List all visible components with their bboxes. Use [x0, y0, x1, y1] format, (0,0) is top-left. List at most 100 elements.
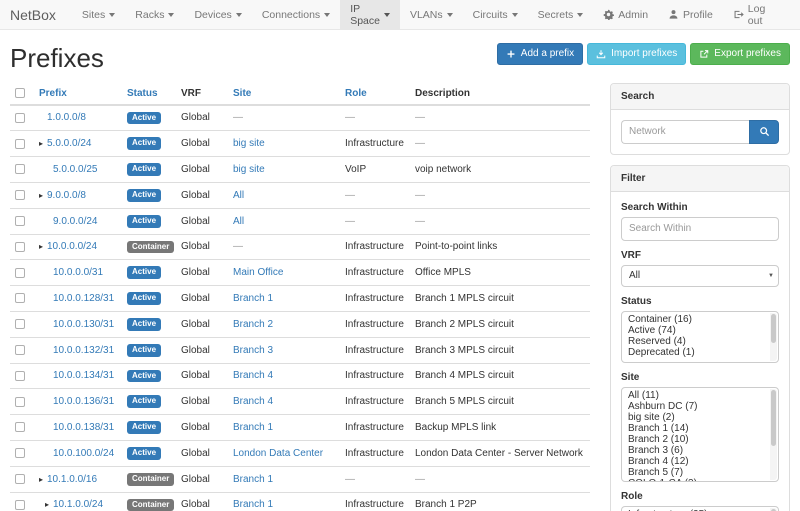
row-checkbox[interactable] — [15, 293, 25, 303]
list-option[interactable]: All (11) — [622, 390, 778, 401]
list-option[interactable]: COLO-1-CA (3) — [622, 478, 778, 482]
site-link[interactable]: Branch 1 — [233, 499, 273, 510]
site-link[interactable]: London Data Center — [233, 448, 323, 459]
nav-item-devices[interactable]: Devices — [184, 0, 251, 29]
nav-item-label: Racks — [135, 9, 164, 21]
nav-item-racks[interactable]: Racks — [125, 0, 184, 29]
list-option[interactable]: Branch 1 (14) — [622, 423, 778, 434]
row-checkbox[interactable] — [15, 397, 25, 407]
select-all-checkbox[interactable] — [15, 88, 25, 98]
status-badge: Active — [127, 318, 161, 331]
row-checkbox[interactable] — [15, 190, 25, 200]
scrollbar[interactable] — [770, 389, 777, 480]
prefix-link[interactable]: 10.0.0.134/31 — [53, 370, 114, 381]
site-link[interactable]: Branch 4 — [233, 370, 273, 381]
nav-item-vlans[interactable]: VLANs — [400, 0, 463, 29]
cell-role: — — [340, 182, 410, 208]
site-link[interactable]: Branch 1 — [233, 293, 273, 304]
list-option[interactable]: Branch 5 (7) — [622, 467, 778, 478]
nav-item-profile[interactable]: Profile — [658, 0, 723, 29]
add-a-prefix-button[interactable]: Add a prefix — [497, 43, 583, 65]
prefix-link[interactable]: 5.0.0.0/25 — [53, 164, 97, 175]
export-prefixes-button[interactable]: Export prefixes — [690, 43, 790, 65]
prefix-link[interactable]: 10.0.0.130/31 — [53, 319, 114, 330]
row-checkbox[interactable] — [15, 164, 25, 174]
row-checkbox[interactable] — [15, 448, 25, 458]
site-link[interactable]: Main Office — [233, 267, 283, 278]
scrollbar[interactable] — [770, 313, 777, 361]
column-header-vrf: VRF — [176, 83, 228, 105]
prefix-link[interactable]: 10.0.0.128/31 — [53, 293, 114, 304]
expand-icon[interactable]: ▸ — [39, 191, 47, 200]
column-sort-link[interactable]: Site — [233, 88, 251, 99]
list-option[interactable]: Active (74) — [622, 325, 778, 336]
column-sort-link[interactable]: Role — [345, 88, 367, 99]
site-link[interactable]: All — [233, 216, 244, 227]
scrollbar[interactable] — [770, 508, 777, 511]
prefix-link[interactable]: 9.0.0.0/8 — [47, 190, 86, 201]
prefix-link[interactable]: 5.0.0.0/24 — [47, 138, 91, 149]
list-option[interactable]: Branch 3 (6) — [622, 445, 778, 456]
site-link[interactable]: big site — [233, 164, 265, 175]
expand-icon[interactable]: ▸ — [45, 500, 53, 509]
expand-icon[interactable]: ▸ — [39, 475, 47, 484]
nav-item-sites[interactable]: Sites — [72, 0, 125, 29]
filter-select-vrf[interactable]: All▼ — [621, 265, 779, 287]
site-link[interactable]: Branch 4 — [233, 396, 273, 407]
site-link[interactable]: Branch 1 — [233, 474, 273, 485]
site-link[interactable]: Branch 1 — [233, 422, 273, 433]
prefix-link[interactable]: 10.1.0.0/16 — [47, 474, 97, 485]
row-checkbox[interactable] — [15, 319, 25, 329]
list-option[interactable]: Container (16) — [622, 314, 778, 325]
column-sort-link[interactable]: Prefix — [39, 88, 67, 99]
scrollbar-thumb[interactable] — [771, 390, 776, 446]
list-option[interactable]: Branch 4 (12) — [622, 456, 778, 467]
expand-icon[interactable]: ▸ — [39, 139, 47, 148]
nav-item-ip-space[interactable]: IP Space — [340, 0, 400, 29]
search-input[interactable] — [621, 120, 749, 144]
row-checkbox[interactable] — [15, 371, 25, 381]
list-option[interactable]: Reserved (4) — [622, 336, 778, 347]
list-option[interactable]: big site (2) — [622, 412, 778, 423]
list-option[interactable]: Deprecated (1) — [622, 347, 778, 358]
role-value: Infrastructure — [345, 319, 404, 330]
prefix-link[interactable]: 10.0.100.0/24 — [53, 448, 114, 459]
prefix-link[interactable]: 1.0.0.0/8 — [47, 112, 86, 123]
nav-item-log-out[interactable]: Log out — [723, 0, 790, 29]
scrollbar-thumb[interactable] — [771, 314, 776, 344]
row-checkbox[interactable] — [15, 474, 25, 484]
nav-item-secrets[interactable]: Secrets — [528, 0, 594, 29]
row-checkbox[interactable] — [15, 216, 25, 226]
nav-item-admin[interactable]: Admin — [593, 0, 658, 29]
nav-item-connections[interactable]: Connections — [252, 0, 340, 29]
prefix-link[interactable]: 10.0.0.136/31 — [53, 396, 114, 407]
site-link[interactable]: All — [233, 190, 244, 201]
prefix-link[interactable]: 10.0.0.0/31 — [53, 267, 103, 278]
site-link[interactable]: Branch 2 — [233, 319, 273, 330]
filter-input-search-within[interactable] — [621, 217, 779, 241]
prefix-link[interactable]: 10.1.0.0/24 — [53, 499, 103, 510]
site-link[interactable]: Branch 3 — [233, 345, 273, 356]
site-link[interactable]: big site — [233, 138, 265, 149]
list-option[interactable]: Branch 2 (10) — [622, 434, 778, 445]
cell-site: All — [228, 208, 340, 234]
column-sort-link[interactable]: Status — [127, 88, 158, 99]
expand-icon[interactable]: ▸ — [39, 242, 47, 251]
row-checkbox[interactable] — [15, 268, 25, 278]
brand[interactable]: NetBox — [10, 0, 72, 29]
prefix-link[interactable]: 10.0.0.132/31 — [53, 345, 114, 356]
row-checkbox[interactable] — [15, 500, 25, 510]
row-checkbox[interactable] — [15, 113, 25, 123]
row-checkbox[interactable] — [15, 345, 25, 355]
row-checkbox[interactable] — [15, 139, 25, 149]
cell-vrf: Global — [176, 260, 228, 286]
row-checkbox[interactable] — [15, 242, 25, 252]
prefix-link[interactable]: 9.0.0.0/24 — [53, 216, 97, 227]
import-prefixes-button[interactable]: Import prefixes — [587, 43, 686, 65]
nav-item-circuits[interactable]: Circuits — [463, 0, 528, 29]
search-button[interactable] — [749, 120, 779, 144]
prefix-link[interactable]: 10.0.0.138/31 — [53, 422, 114, 433]
row-checkbox[interactable] — [15, 422, 25, 432]
prefix-link[interactable]: 10.0.0.0/24 — [47, 241, 97, 252]
list-option[interactable]: Ashburn DC (7) — [622, 401, 778, 412]
